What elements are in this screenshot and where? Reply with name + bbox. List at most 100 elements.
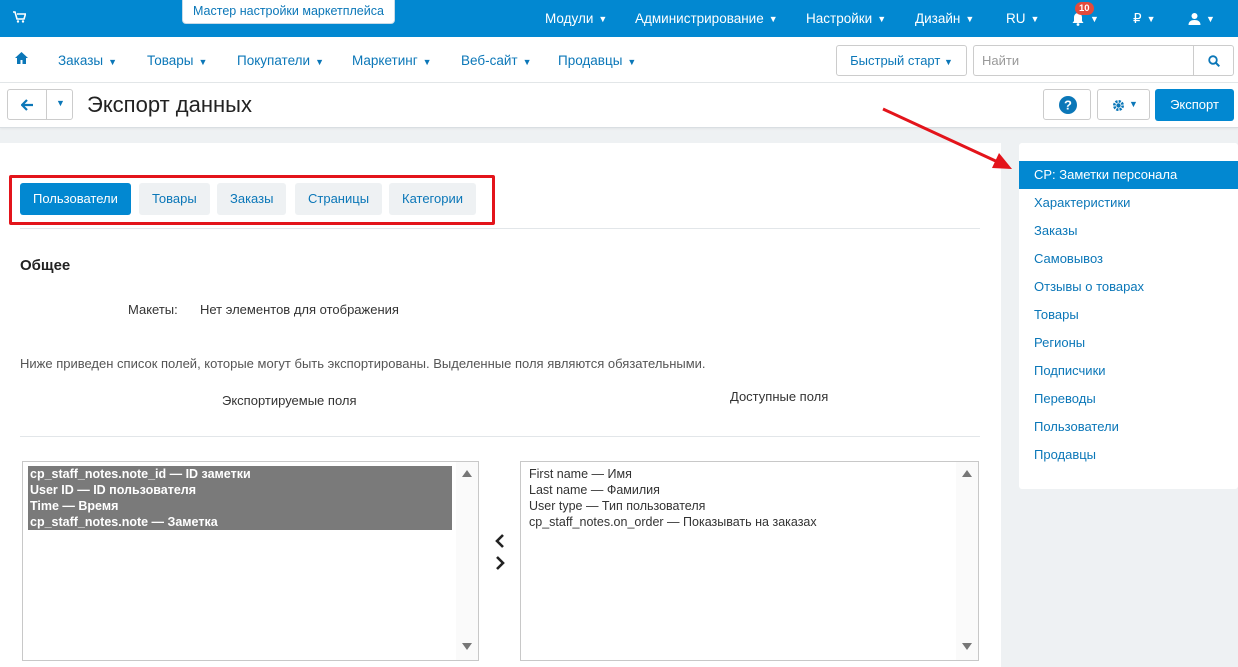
tab-categories[interactable]: Категории	[389, 183, 476, 215]
modules-menu[interactable]: Модули ▼	[545, 0, 607, 37]
list-item[interactable]: cp_staff_notes.on_order — Показывать на …	[526, 514, 817, 530]
administration-menu[interactable]: Администрирование ▼	[635, 0, 778, 37]
help-button[interactable]: ?	[1043, 89, 1091, 120]
layouts-value: Нет элементов для отображения	[200, 302, 399, 317]
move-to-available-button[interactable]	[493, 555, 507, 571]
top-bar: Мастер настройки маркетплейса Модули ▼ Ад…	[0, 0, 1238, 37]
sidebar-item-subscribers[interactable]: Подписчики	[1019, 357, 1238, 385]
back-button[interactable]	[7, 89, 47, 120]
nav-customers-label: Покупатели	[237, 53, 311, 68]
nav-vendors[interactable]: Продавцы ▼	[558, 53, 636, 68]
page-header: ▼ Экспорт данных ? ▼ Экспорт	[0, 83, 1238, 128]
chevron-down-icon: ▼	[627, 57, 637, 67]
chevron-down-icon: ▼	[315, 57, 324, 67]
divider	[20, 228, 980, 229]
tab-orders[interactable]: Заказы	[217, 183, 287, 215]
sidebar-item-regions[interactable]: Регионы	[1019, 329, 1238, 357]
available-fields-heading: Доступные поля	[730, 389, 829, 404]
sidebar-item-reviews[interactable]: Отзывы о товарах	[1019, 273, 1238, 301]
chevron-down-icon: ▼	[877, 13, 887, 24]
sidebar-item-products[interactable]: Товары	[1019, 301, 1238, 329]
section-title: Общее	[20, 257, 71, 274]
currency-menu-label: ₽	[1133, 10, 1142, 26]
list-item[interactable]: cp_staff_notes.note_id — ID заметки	[28, 466, 452, 482]
export-sections-sidebar: CP: Заметки персонала Характеристики Зак…	[1019, 143, 1238, 489]
chevron-down-icon: ▼	[522, 57, 532, 67]
sidebar-item-translations[interactable]: Переводы	[1019, 385, 1238, 413]
available-fields-list[interactable]: First name — Имя Last name — Фамилия Use…	[520, 461, 979, 661]
currency-menu[interactable]: ₽ ▼	[1133, 0, 1156, 37]
scroll-down-icon[interactable]	[962, 643, 972, 650]
modules-menu-label: Модули	[545, 11, 594, 26]
chevron-down-icon: ▼	[56, 98, 65, 108]
nav-website[interactable]: Веб-сайт ▼	[461, 53, 532, 68]
tab-pages[interactable]: Страницы	[295, 183, 383, 215]
home-icon[interactable]	[15, 52, 28, 67]
chevron-right-icon	[496, 556, 505, 570]
sidebar-item-staff-notes[interactable]: CP: Заметки персонала	[1019, 161, 1238, 189]
sidebar-item-vendors[interactable]: Продавцы	[1019, 441, 1238, 469]
search-input[interactable]	[973, 45, 1194, 76]
exported-fields-list[interactable]: cp_staff_notes.note_id — ID заметки User…	[22, 461, 479, 661]
arrow-left-icon	[21, 99, 33, 111]
nav-products-label: Товары	[147, 53, 194, 68]
sidebar-item-orders[interactable]: Заказы	[1019, 217, 1238, 245]
sidebar-item-users[interactable]: Пользователи	[1019, 413, 1238, 441]
cart-icon[interactable]	[13, 11, 27, 26]
sidebar-item-pickup[interactable]: Самовывоз	[1019, 245, 1238, 273]
exported-fields-heading: Экспортируемые поля	[222, 393, 357, 408]
language-menu[interactable]: RU ▼	[1006, 0, 1039, 37]
chevron-down-icon: ▼	[108, 57, 118, 67]
list-item[interactable]: First name — Имя	[526, 466, 817, 482]
list-item[interactable]: Time — Время	[28, 498, 452, 514]
user-icon	[1188, 13, 1201, 25]
chevron-down-icon: ▼	[198, 57, 208, 67]
user-menu[interactable]: ▼	[1188, 0, 1215, 37]
tab-users[interactable]: Пользователи	[20, 183, 131, 215]
history-dropdown-button[interactable]: ▼	[46, 89, 73, 120]
nav-customers[interactable]: Покупатели ▼	[237, 53, 324, 68]
divider	[20, 436, 980, 437]
scroll-down-icon[interactable]	[462, 643, 472, 650]
search-icon	[1208, 55, 1220, 67]
arrow-annotation-icon	[882, 107, 1012, 169]
chevron-down-icon: ▼	[422, 57, 432, 67]
design-menu[interactable]: Дизайн ▼	[915, 0, 974, 37]
chevron-down-icon: ▼	[965, 13, 975, 24]
scroll-up-icon[interactable]	[462, 470, 472, 477]
chevron-left-icon	[495, 534, 504, 548]
sidebar-item-features[interactable]: Характеристики	[1019, 189, 1238, 217]
design-menu-label: Дизайн	[915, 11, 961, 26]
marketplace-wizard-button[interactable]: Мастер настройки маркетплейса	[182, 0, 395, 24]
tab-products[interactable]: Товары	[139, 183, 210, 215]
list-item[interactable]: User type — Тип пользователя	[526, 498, 817, 514]
chevron-down-icon: ▼	[943, 57, 953, 67]
settings-menu[interactable]: Настройки ▼	[806, 0, 886, 37]
chevron-down-icon: ▼	[768, 13, 778, 24]
svg-text:?: ?	[1064, 98, 1072, 113]
nav-orders[interactable]: Заказы ▼	[58, 53, 117, 68]
list-item[interactable]: Last name — Фамилия	[526, 482, 817, 498]
chevron-down-icon: ▼	[598, 13, 608, 24]
list-item[interactable]: cp_staff_notes.note — Заметка	[28, 514, 452, 530]
layouts-label: Макеты:	[128, 302, 178, 317]
nav-marketing[interactable]: Маркетинг ▼	[352, 53, 432, 68]
notifications-badge: 10	[1075, 2, 1094, 15]
chevron-down-icon: ▼	[1030, 13, 1040, 24]
scroll-up-icon[interactable]	[962, 470, 972, 477]
scrollbar[interactable]	[956, 462, 978, 660]
export-button[interactable]: Экспорт	[1155, 89, 1234, 121]
search-button[interactable]	[1193, 45, 1234, 76]
language-menu-label: RU	[1006, 11, 1026, 26]
scrollbar[interactable]	[456, 462, 478, 660]
administration-menu-label: Администрирование	[635, 11, 764, 26]
move-to-exported-button[interactable]	[493, 533, 507, 549]
quick-start-label: Быстрый старт	[850, 53, 941, 68]
nav-vendors-label: Продавцы	[558, 53, 623, 68]
settings-dropdown-button[interactable]: ▼	[1097, 89, 1150, 120]
quick-start-button[interactable]: Быстрый старт ▼	[836, 45, 967, 76]
nav-products[interactable]: Товары ▼	[147, 53, 207, 68]
nav-marketing-label: Маркетинг	[352, 53, 418, 68]
list-item[interactable]: User ID — ID пользователя	[28, 482, 452, 498]
fields-hint: Ниже приведен список полей, которые могу…	[20, 356, 706, 371]
